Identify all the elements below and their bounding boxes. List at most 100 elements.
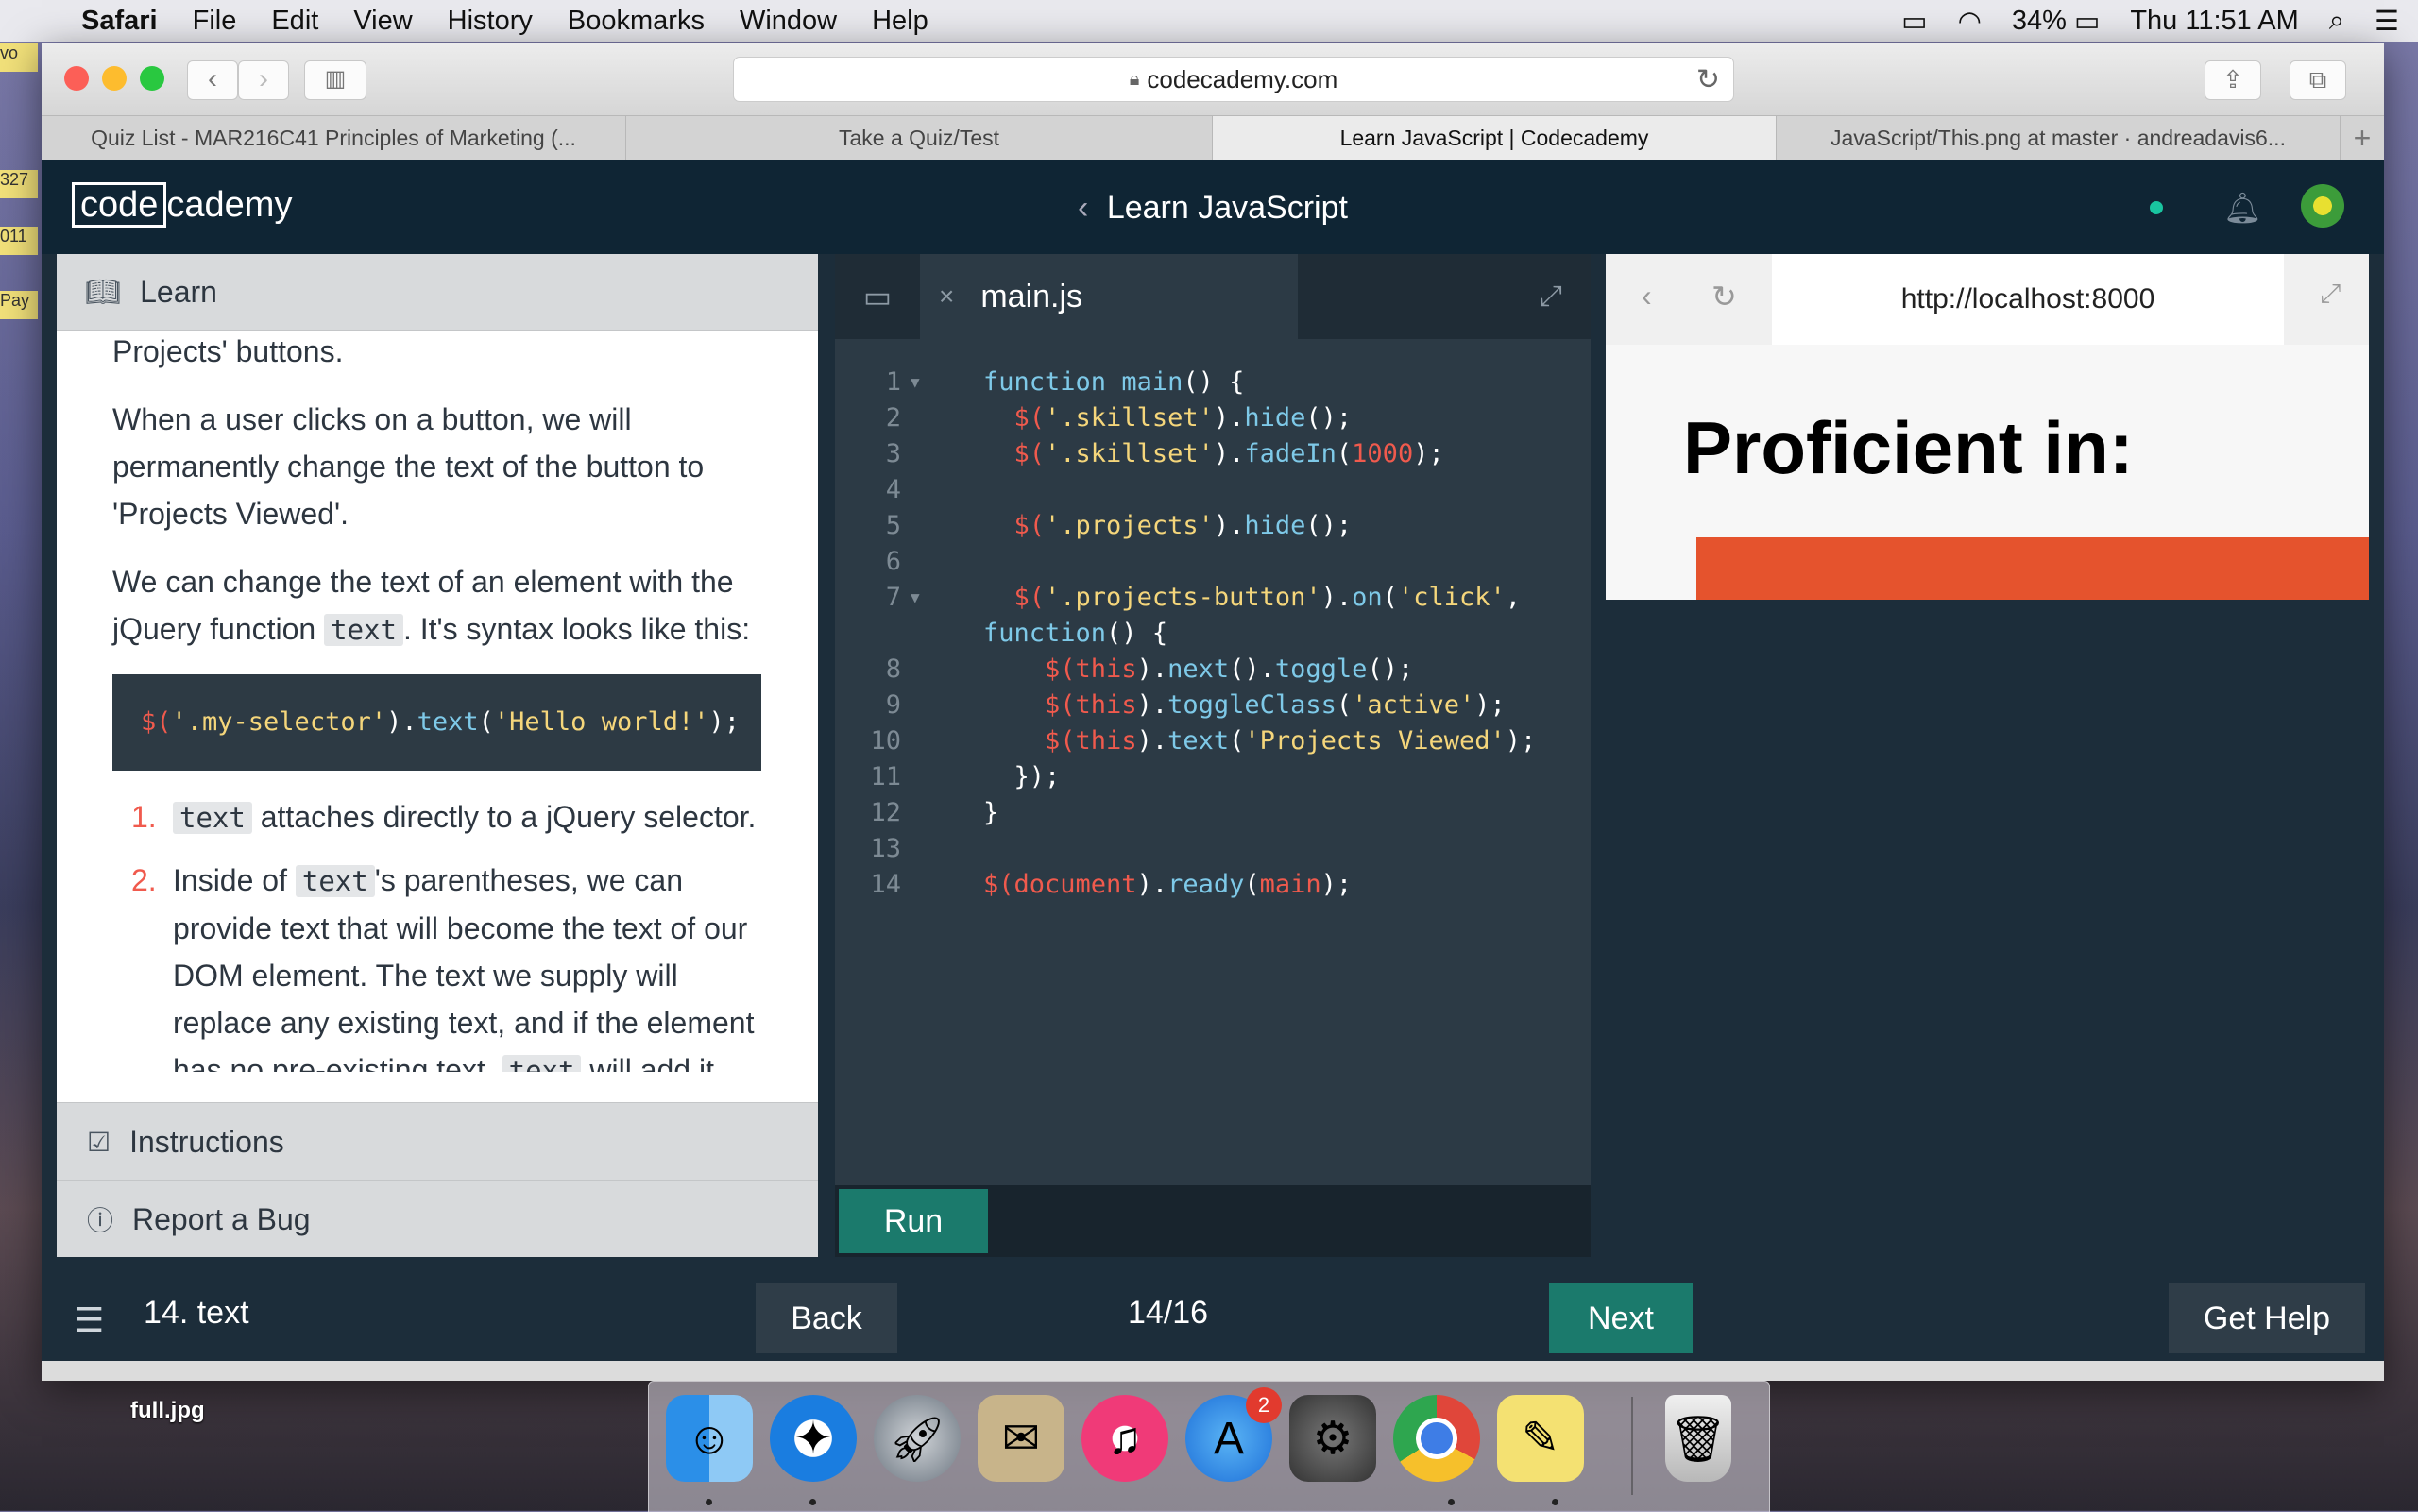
report-bug-label: Report a Bug — [132, 1201, 311, 1236]
airplay-icon[interactable]: ▭ — [1901, 5, 1927, 38]
book-icon: 📖︎ — [85, 276, 122, 308]
system-preferences-icon[interactable]: ⚙ — [1289, 1395, 1376, 1482]
code-line: $(document).ready(main); — [983, 870, 1353, 899]
code-line: $(this).toggleClass('active'); — [1045, 690, 1506, 720]
list-number: 1. — [131, 800, 157, 834]
battery-percent[interactable]: 34% — [2012, 6, 2067, 37]
code-token: ); — [708, 707, 740, 737]
menu-history[interactable]: History — [448, 6, 533, 37]
instructions-section-header[interactable]: ☑ Instructions — [57, 1102, 818, 1181]
bell-icon[interactable]: 🔔︎ — [2223, 190, 2262, 226]
get-help-button[interactable]: Get Help — [2169, 1283, 2365, 1353]
mail-icon[interactable]: ✉ — [978, 1395, 1064, 1482]
notification-badge: 2 — [1246, 1387, 1282, 1423]
line-number: 3 — [885, 439, 901, 468]
browser-tab-learn-javascript[interactable]: Learn JavaScript | Codecademy — [1213, 116, 1777, 160]
preview-back-icon[interactable]: ‹ — [1642, 279, 1652, 314]
menu-view[interactable]: View — [353, 6, 412, 37]
code-line: $(this).text('Projects Viewed'); — [1045, 726, 1537, 756]
browser-tab-quiz-list[interactable]: Quiz List - MAR216C41 Principles of Mark… — [42, 116, 626, 160]
spotlight-search-icon[interactable]: ⌕ — [2329, 6, 2344, 37]
finder-icon[interactable]: ☺ — [666, 1395, 753, 1482]
close-window-button[interactable] — [64, 66, 89, 91]
back-button[interactable]: Back — [756, 1283, 897, 1353]
close-icon[interactable]: × — [939, 281, 954, 312]
back-arrow-icon[interactable]: ‹ — [187, 60, 238, 100]
text: attaches directly to a jQuery selector. — [251, 800, 757, 834]
folder-icon[interactable]: ▭ — [835, 254, 920, 339]
browser-tab-github-javascript[interactable]: JavaScript/This.png at master · andreada… — [1777, 116, 2341, 160]
code-line: }); — [983, 762, 1061, 791]
app-store-icon[interactable]: A2 — [1185, 1387, 1282, 1482]
line-number: 7 — [885, 583, 901, 612]
tab-overview-icon[interactable]: ⧉ — [2290, 60, 2346, 100]
clock[interactable]: Thu 11:51 AM — [2130, 6, 2298, 37]
preview-expand-icon[interactable]: ⤢ — [2320, 279, 2341, 310]
line-number: 13 — [870, 834, 901, 863]
file-tab[interactable]: × main.js — [920, 254, 1298, 339]
learn-content: Projects' buttons. When a user clicks on… — [57, 331, 818, 1072]
code-line: } — [983, 798, 999, 827]
run-bar: Run — [835, 1185, 1591, 1257]
preview-url-field[interactable]: http://localhost:8000 — [1772, 254, 2284, 345]
launchpad-icon[interactable]: 🚀︎ — [874, 1395, 961, 1482]
code-example: $('.my-selector'). text('Hello world!'); — [112, 674, 761, 771]
code-line: $('.projects').hide(); — [1013, 511, 1353, 540]
code-line: $('.skillset').fadeIn(1000); — [1013, 439, 1444, 468]
browser-tab-bar: Quiz List - MAR216C41 Principles of Mark… — [42, 115, 2384, 161]
run-button[interactable]: Run — [839, 1189, 988, 1253]
line-number: 10 — [870, 726, 901, 756]
desktop-file-label[interactable]: full.jpg — [130, 1398, 205, 1424]
notification-center-icon[interactable]: ☰ — [2375, 5, 2399, 38]
safari-icon[interactable]: ✦ — [770, 1395, 857, 1482]
zoom-window-button[interactable] — [140, 66, 164, 91]
desktop-sticky-note: vo — [0, 43, 38, 72]
reload-icon[interactable]: ↻ — [1696, 63, 1720, 96]
sidebar-toggle-icon[interactable]: ▥ — [304, 60, 366, 100]
status-dot — [2150, 201, 2163, 214]
line-number: 11 — [870, 762, 901, 791]
desktop-sticky-note: Pay — [0, 291, 38, 319]
address-bar[interactable]: 🔒︎ codecademy.com ↻ — [733, 57, 1734, 102]
fold-arrow-icon[interactable]: ▼ — [911, 588, 920, 606]
line-number: 6 — [885, 547, 901, 576]
menu-app-name[interactable]: Safari — [81, 6, 158, 37]
learn-header[interactable]: 📖︎ Learn — [57, 254, 818, 331]
report-bug-section-header[interactable]: ⓘ Report a Bug — [57, 1180, 818, 1257]
stickies-icon[interactable]: ✎ — [1497, 1395, 1584, 1482]
menu-bookmarks[interactable]: Bookmarks — [568, 6, 705, 37]
trash-icon[interactable]: 🗑︎ — [1665, 1395, 1731, 1482]
menu-file[interactable]: File — [193, 6, 237, 37]
itunes-icon[interactable]: ♫ — [1081, 1395, 1168, 1482]
new-tab-button[interactable]: + — [2341, 116, 2384, 160]
wifi-icon[interactable]: ◠ — [1958, 5, 1982, 38]
safari-window: ‹ › ▥ 🔒︎ codecademy.com ↻ ⇪ ⧉ Quiz List … — [42, 43, 2384, 1381]
codecademy-app: code cademy ‹ Learn JavaScript 🔔︎ 📖︎ Lea… — [42, 160, 2384, 1361]
chrome-icon[interactable] — [1393, 1395, 1480, 1482]
line-number: 12 — [870, 798, 901, 827]
desktop-sticky-note: 011 — [0, 227, 38, 255]
avatar[interactable] — [2301, 184, 2344, 228]
browser-tab-take-quiz[interactable]: Take a Quiz/Test — [626, 116, 1213, 160]
preview-reload-icon[interactable]: ↻ — [1711, 279, 1737, 314]
lock-icon: 🔒︎ — [1129, 68, 1140, 90]
share-icon[interactable]: ⇪ — [2205, 60, 2261, 100]
menu-help[interactable]: Help — [872, 6, 928, 37]
course-title[interactable]: ‹ Learn JavaScript — [42, 190, 2384, 227]
line-number: 14 — [870, 870, 901, 899]
menu-hamburger-icon[interactable]: ☰ — [74, 1300, 104, 1340]
menu-edit[interactable]: Edit — [271, 6, 318, 37]
expand-icon[interactable]: ⤢ — [1540, 280, 1562, 313]
forward-arrow-icon[interactable]: › — [238, 60, 289, 100]
code-editor-panel: ▭ × main.js ⤢ 1 ▼ function main() { 2 $(… — [835, 254, 1591, 1257]
minimize-window-button[interactable] — [102, 66, 127, 91]
fold-arrow-icon[interactable]: ▼ — [911, 373, 920, 391]
menu-window[interactable]: Window — [740, 6, 837, 37]
preview-page: Proficient in: — [1606, 345, 2369, 600]
next-button[interactable]: Next — [1549, 1283, 1693, 1353]
battery-icon[interactable]: ▭ — [2074, 5, 2100, 38]
line-number: 2 — [885, 403, 901, 433]
dock-separator — [1631, 1397, 1633, 1495]
menu-extras: ▭ ◠ 34% ▭ Thu 11:51 AM ⌕ ☰ — [1901, 0, 2418, 42]
inline-code: text — [173, 802, 252, 834]
